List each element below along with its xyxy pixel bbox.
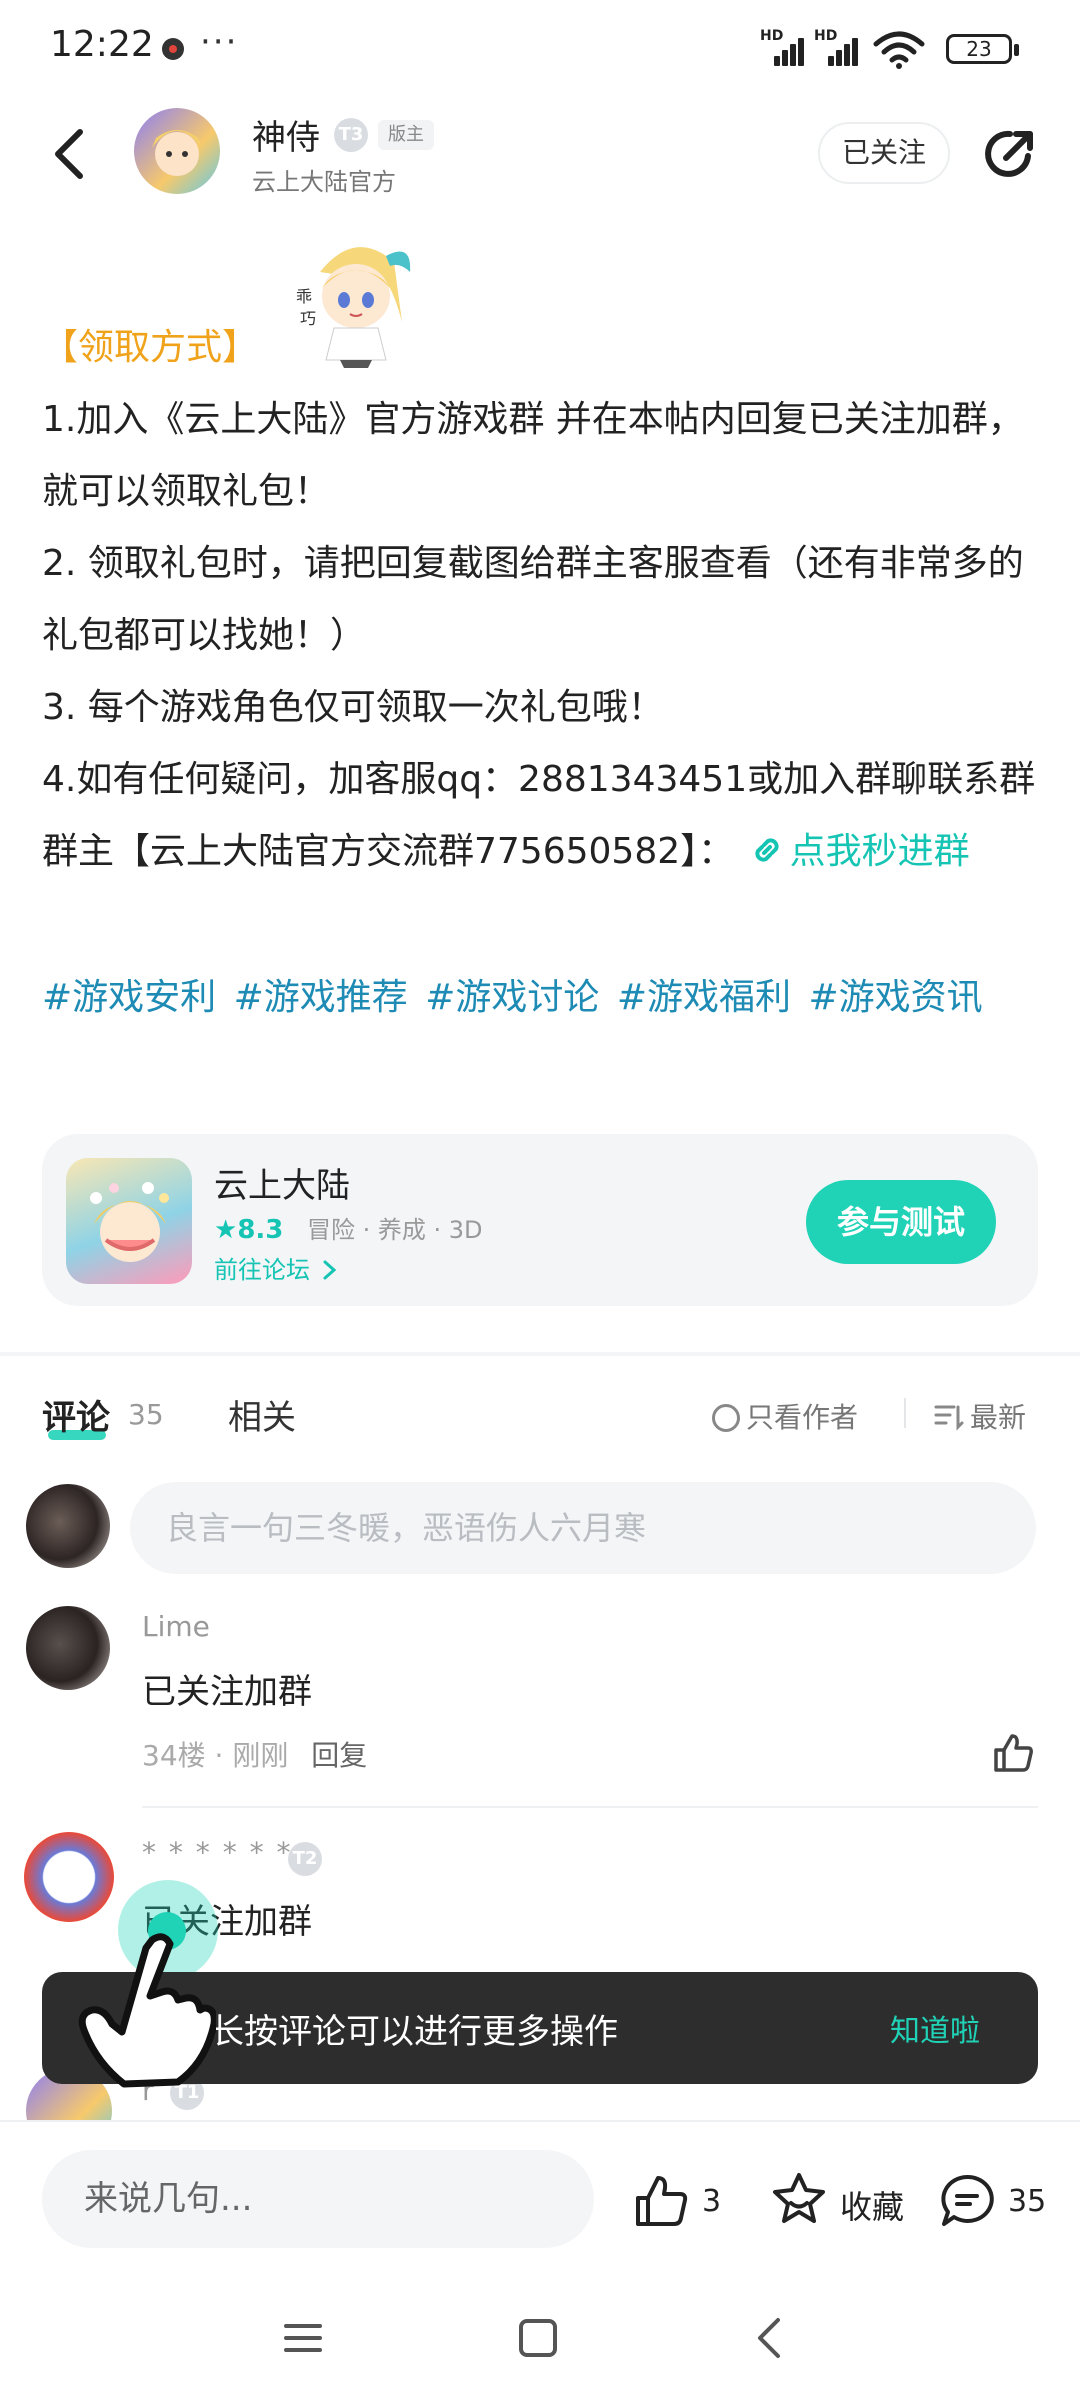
comment-meta: 34楼 · 刚刚 回复 <box>142 1734 367 1774</box>
like-icon[interactable] <box>990 1730 1036 1776</box>
claim-method-title: 【领取方式】 <box>42 327 259 368</box>
game-score: 8.3 <box>237 1215 284 1245</box>
only-author-toggle[interactable]: 只看作者 <box>712 1396 858 1436</box>
chevron-right-icon <box>323 1260 336 1280</box>
topic-tag[interactable]: #游戏安利 <box>42 977 216 1018</box>
commenter-name[interactable]: * * * * * * <box>142 1836 293 1869</box>
topic-tag[interactable]: #游戏推荐 <box>234 977 408 1018</box>
toast-message: 长按评论可以进行更多操作 <box>210 2012 618 2052</box>
comment-text[interactable]: 已关注加群 <box>142 1664 312 1713</box>
comment-count: 35 <box>128 1398 164 1431</box>
status-bar: 12:22 ··· HD HD 23 <box>0 0 1080 100</box>
like-count: 3 <box>702 2184 722 2219</box>
level-badge: T3 <box>334 118 368 152</box>
author-name[interactable]: 神侍 <box>252 110 320 159</box>
like-icon[interactable] <box>632 2172 690 2230</box>
comment-floor-time: 34楼 · 刚刚 <box>142 1739 289 1772</box>
game-name[interactable]: 云上大陆 <box>214 1158 350 1207</box>
topic-tag[interactable]: #游戏福利 <box>617 977 791 1018</box>
tab-comments[interactable]: 评论 <box>42 1390 110 1439</box>
menu-icon[interactable] <box>282 2318 324 2358</box>
anime-sticker-image: 乖 巧 <box>296 247 411 368</box>
commenter-avatar[interactable] <box>26 1606 110 1690</box>
post-paragraph-1: 1.加入《云上大陆》官方游戏群 并在本帖内回复已关注加群，就可以领取礼包！ <box>42 399 1024 512</box>
link-icon <box>755 838 779 862</box>
cell-signal-1-icon: HD <box>760 28 808 66</box>
join-group-link[interactable]: 点我秒进群 <box>746 831 970 872</box>
go-to-forum-link[interactable]: 前往论坛 <box>214 1250 338 1285</box>
post-paragraph-3: 3. 每个游戏角色仅可领取一次礼包哦！ <box>42 687 664 728</box>
sort-latest-button[interactable]: 最新 <box>934 1396 1026 1436</box>
level-badge: T2 <box>288 1842 322 1876</box>
status-time: 12:22 <box>50 24 154 65</box>
game-genres: 冒险 · 养成 · 3D <box>307 1216 483 1244</box>
topic-tag[interactable]: #游戏资讯 <box>809 977 983 1018</box>
comment-input[interactable]: 良言一句三冬暖，恶语伤人六月寒 <box>130 1482 1036 1574</box>
toast-got-it-button[interactable]: 知道啦 <box>890 2006 980 2050</box>
star-icon: ★ <box>214 1215 238 1245</box>
topic-tags: #游戏安利 #游戏推荐 #游戏讨论 #游戏福利 #游戏资讯 <box>42 968 983 1020</box>
svg-text:巧: 巧 <box>300 309 316 328</box>
topic-tag[interactable]: #游戏讨论 <box>425 977 599 1018</box>
game-icon[interactable] <box>66 1158 192 1284</box>
moderator-tag: 版主 <box>378 120 434 150</box>
recording-icon <box>162 38 184 60</box>
section-divider <box>0 1352 1080 1356</box>
nav-back-icon[interactable] <box>752 2314 786 2362</box>
cell-signal-2-icon: HD <box>814 28 862 66</box>
share-icon[interactable] <box>982 126 1038 182</box>
bottom-comment-input[interactable]: 来说几句... <box>42 2150 594 2248</box>
commenter-name[interactable]: Lime <box>142 1610 210 1643</box>
comment-icon[interactable] <box>938 2172 996 2230</box>
radio-icon <box>712 1404 740 1432</box>
author-subtitle: 云上大陆官方 <box>252 168 396 196</box>
comment-count-bottom: 35 <box>1008 2184 1047 2219</box>
star-icon[interactable] <box>770 2170 828 2228</box>
wifi-icon <box>873 31 925 69</box>
author-avatar[interactable] <box>134 108 220 194</box>
follow-button[interactable]: 已关注 <box>818 122 950 184</box>
my-avatar <box>26 1484 110 1568</box>
game-meta: ★8.3 冒险 · 养成 · 3D <box>214 1210 483 1245</box>
collect-label[interactable]: 收藏 <box>840 2182 904 2228</box>
comment-divider <box>142 1806 1038 1808</box>
sort-icon <box>934 1405 964 1431</box>
svg-text:乖: 乖 <box>296 287 312 306</box>
post-paragraph-2: 2. 领取礼包时，请把回复截图给群主客服查看（还有非常多的礼包都可以找她！） <box>42 543 1024 656</box>
reply-button[interactable]: 回复 <box>311 1739 367 1772</box>
divider <box>904 1398 906 1428</box>
battery-icon: 23 <box>946 34 1019 64</box>
hand-pointer-icon <box>78 1933 216 2088</box>
join-test-button[interactable]: 参与测试 <box>806 1180 996 1264</box>
tab-related[interactable]: 相关 <box>228 1390 296 1439</box>
back-icon[interactable] <box>50 126 90 182</box>
status-more-icon: ··· <box>200 22 239 62</box>
commenter-avatar[interactable] <box>24 1832 114 1922</box>
post-paragraph-4: 4.如有任何疑问，加客服qq：2881343451或加入群聊联系群群主【云上大陆… <box>42 744 1042 888</box>
home-icon[interactable] <box>516 2316 560 2360</box>
